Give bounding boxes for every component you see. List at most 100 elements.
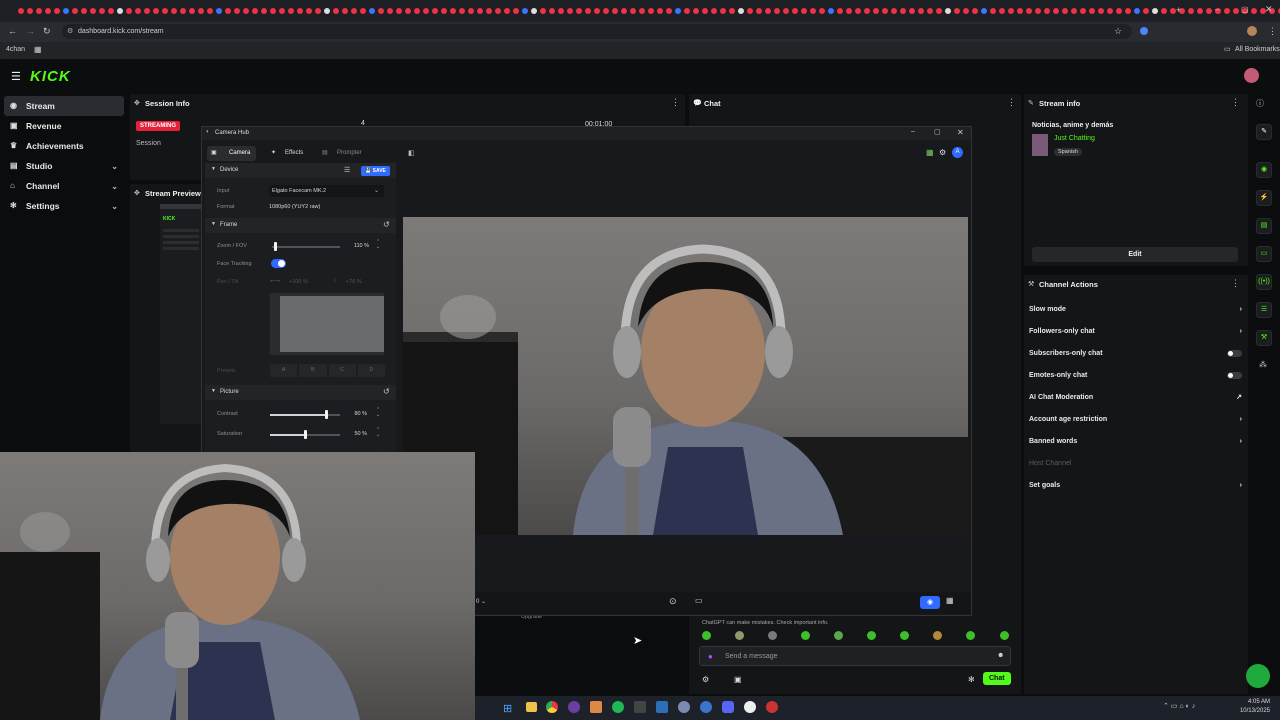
file-explorer-icon[interactable]: [526, 702, 537, 712]
browser-tab-favicon[interactable]: [945, 8, 951, 14]
subscribers-only-toggle[interactable]: [1227, 349, 1242, 357]
emote-icon[interactable]: [801, 631, 810, 640]
browser-tab-favicon[interactable]: [828, 8, 834, 14]
browser-tab-favicon[interactable]: [1098, 8, 1104, 14]
chatgpt-app-icon[interactable]: [744, 701, 756, 713]
contrast-slider-handle[interactable]: [325, 410, 328, 419]
browser-tab-favicon[interactable]: [882, 8, 888, 14]
browser-tab-favicon[interactable]: [297, 8, 303, 14]
broadcast-widget-icon[interactable]: ((•)): [1256, 274, 1272, 290]
browser-tab-favicon[interactable]: [153, 8, 159, 14]
browser-tab-favicon[interactable]: [45, 8, 51, 14]
browser-tab-favicon[interactable]: [18, 8, 24, 14]
emote-icon[interactable]: [702, 631, 711, 640]
browser-tab-favicon[interactable]: [801, 8, 807, 14]
browser-tab-favicon[interactable]: [1161, 8, 1167, 14]
browser-tab-favicon[interactable]: [531, 8, 537, 14]
browser-tab-favicon[interactable]: [558, 8, 564, 14]
browser-tab-favicon[interactable]: [1197, 8, 1203, 14]
browser-tab-favicon[interactable]: [315, 8, 321, 14]
browser-tab-favicon[interactable]: [450, 8, 456, 14]
account-age-row[interactable]: Account age restriction ›: [1024, 408, 1248, 430]
emotes-only-toggle[interactable]: [1227, 371, 1242, 379]
category-link[interactable]: Just Chatting: [1054, 135, 1095, 142]
close-button[interactable]: ✕: [957, 128, 964, 137]
browser-menu-icon[interactable]: ⋮: [1268, 26, 1277, 37]
back-icon[interactable]: ←: [8, 26, 17, 36]
browser-tab-favicon[interactable]: [702, 8, 708, 14]
chat-tools-icon[interactable]: ⚙: [702, 675, 709, 684]
edit-stream-info-button[interactable]: Edit: [1032, 247, 1238, 262]
apps-grid-icon[interactable]: ▦: [34, 45, 42, 54]
preset-a-button[interactable]: A: [270, 364, 298, 377]
browser-tab-favicon[interactable]: [279, 8, 285, 14]
browser-tab-favicon[interactable]: [243, 8, 249, 14]
browser-tab-favicon[interactable]: [909, 8, 915, 14]
browser-tab-favicon[interactable]: [144, 8, 150, 14]
browser-tab-favicon[interactable]: [126, 8, 132, 14]
panel-menu-icon[interactable]: ⋮: [1231, 97, 1240, 108]
browser-tab-favicon[interactable]: [792, 8, 798, 14]
browser-tab-favicon[interactable]: [135, 8, 141, 14]
drag-handle-icon[interactable]: ✥: [134, 189, 140, 197]
browser-tab-favicon[interactable]: [369, 8, 375, 14]
browser-tab-favicon[interactable]: [891, 8, 897, 14]
browser-tab-favicon[interactable]: [684, 8, 690, 14]
browser-tab-favicon[interactable]: [225, 8, 231, 14]
stepper-arrows-icon[interactable]: ⌃ ⌄: [376, 428, 380, 438]
saturation-value[interactable]: 50 %: [343, 431, 367, 440]
browser-tab-favicon[interactable]: [873, 8, 879, 14]
tab-camera[interactable]: ▣ Camera: [207, 146, 256, 161]
emote-icon[interactable]: [966, 631, 975, 640]
info-icon[interactable]: ⓘ: [1256, 98, 1264, 109]
apps-icon[interactable]: ▦: [926, 148, 934, 157]
panel-menu-icon[interactable]: ⋮: [671, 97, 680, 108]
chat-input[interactable]: ● Send a message ☻: [699, 646, 1011, 666]
grid-overlay-icon[interactable]: ▦: [946, 596, 954, 605]
browser-tab-favicon[interactable]: [36, 8, 42, 14]
hamburger-menu-icon[interactable]: ☰: [11, 70, 21, 83]
browser-tab-favicon[interactable]: [162, 8, 168, 14]
sidebar-item-studio[interactable]: ▤ Studio ⌄: [0, 156, 128, 176]
browser-tab-favicon[interactable]: [477, 8, 483, 14]
device-list-icon[interactable]: ☰: [344, 166, 350, 174]
browser-tab-favicon[interactable]: [603, 8, 609, 14]
browser-tab-favicon[interactable]: [819, 8, 825, 14]
browser-tab-favicon[interactable]: [261, 8, 267, 14]
ai-moderation-row[interactable]: AI Chat Moderation ↗: [1024, 386, 1248, 408]
clipboard-icon[interactable]: ▤: [1256, 218, 1272, 234]
browser-tab-favicon[interactable]: [108, 8, 114, 14]
browser-tab-favicon[interactable]: [270, 8, 276, 14]
steam-icon[interactable]: [656, 701, 668, 713]
browser-tab-favicon[interactable]: [1224, 8, 1230, 14]
browser-tab-favicon[interactable]: [639, 8, 645, 14]
chatgpt-float-button[interactable]: [1246, 664, 1270, 688]
browser-tab-favicon[interactable]: [1008, 8, 1014, 14]
kick-logo[interactable]: KICK: [30, 68, 71, 85]
browser-tab-favicon[interactable]: [720, 8, 726, 14]
preview-visibility-button[interactable]: ◉: [920, 596, 940, 609]
browser-tab-favicon[interactable]: [1116, 8, 1122, 14]
chat-send-button[interactable]: Chat: [983, 672, 1011, 685]
microphone-icon[interactable]: ●: [708, 652, 713, 661]
browser-tab-favicon[interactable]: [657, 8, 663, 14]
browser-tab-favicon[interactable]: [90, 8, 96, 14]
browser-tab-favicon[interactable]: [990, 8, 996, 14]
slow-mode-row[interactable]: Slow mode ›: [1024, 298, 1248, 320]
emote-icon[interactable]: [933, 631, 942, 640]
browser-tab-favicon[interactable]: [99, 8, 105, 14]
forward-icon[interactable]: →: [26, 26, 35, 36]
browser-tab-favicon[interactable]: [846, 8, 852, 14]
panel-menu-icon[interactable]: ⋮: [1231, 278, 1240, 289]
browser-tab-favicon[interactable]: [864, 8, 870, 14]
browser-tab-favicon[interactable]: [693, 8, 699, 14]
browser-tab-favicon[interactable]: [1251, 8, 1257, 14]
emote-icon[interactable]: [900, 631, 909, 640]
new-tab-button[interactable]: +: [1176, 5, 1181, 15]
sidebar-item-settings[interactable]: ✻ Settings ⌄: [0, 196, 128, 216]
emote-icon[interactable]: [1000, 631, 1009, 640]
browser-tab-favicon[interactable]: [594, 8, 600, 14]
tab-effects[interactable]: ✦ Effects: [271, 146, 311, 161]
browser-tab-favicon[interactable]: [342, 8, 348, 14]
browser-tab-favicon[interactable]: [837, 8, 843, 14]
